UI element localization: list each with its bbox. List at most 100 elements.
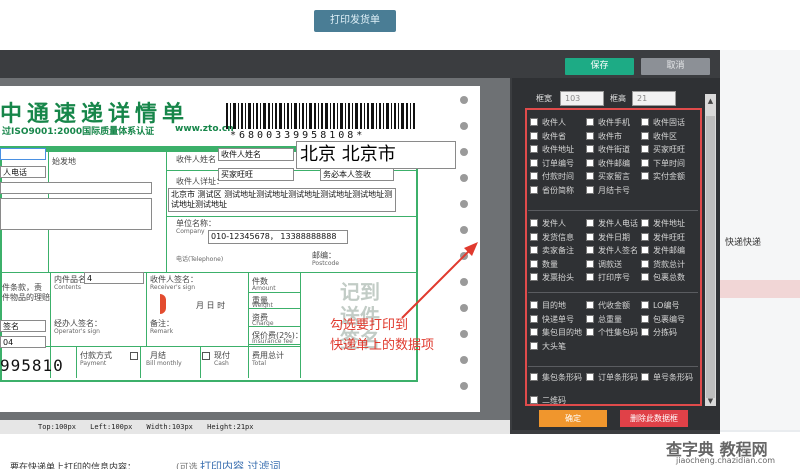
option-checkbox-group1-4-2[interactable]: 实付金额	[641, 171, 685, 182]
checkbox-icon[interactable]	[530, 158, 538, 167]
buyer-nick-field[interactable]: 买家旺旺	[218, 168, 294, 181]
sender-address-field[interactable]	[0, 198, 152, 230]
option-checkbox-group3-0-2[interactable]: LO编号	[641, 300, 679, 311]
option-checkbox-group1-4-0[interactable]: 付款时间	[530, 171, 574, 182]
checkbox-icon[interactable]	[641, 259, 649, 268]
width-input[interactable]: 103	[560, 91, 604, 106]
recipient-phone-field[interactable]: 010-12345678， 13388888888	[208, 230, 348, 244]
print-invoice-button[interactable]: 打印发货单	[314, 10, 396, 32]
checkbox-icon[interactable]	[530, 396, 538, 404]
option-checkbox-group3-1-0[interactable]: 快递单号	[530, 314, 574, 325]
checkbox-icon[interactable]	[530, 185, 538, 194]
option-checkbox-group3-2-2[interactable]: 分拣码	[641, 327, 677, 338]
checkbox-icon[interactable]	[530, 259, 538, 268]
option-checkbox-group1-5-1[interactable]: 月结卡号	[586, 185, 630, 196]
option-checkbox-group1-2-0[interactable]: 收件地址	[530, 144, 574, 155]
checkbox-icon[interactable]	[530, 219, 538, 227]
checkbox-icon[interactable]	[586, 301, 594, 309]
option-checkbox-group2-0-0[interactable]: 发件人	[530, 218, 566, 229]
checkbox-icon[interactable]	[586, 328, 594, 336]
option-checkbox-group2-4-1[interactable]: 打印序号	[586, 272, 630, 283]
field-04[interactable]: 04	[0, 336, 46, 348]
checkbox-icon[interactable]	[586, 185, 594, 194]
checkbox-icon[interactable]	[641, 301, 649, 309]
checkbox-icon[interactable]	[586, 219, 594, 227]
sign-field[interactable]: 签名	[0, 320, 46, 332]
option-checkbox-group1-3-1[interactable]: 收件邮编	[586, 158, 630, 169]
option-checkbox-group1-3-0[interactable]: 订单编号	[530, 158, 574, 169]
option-checkbox-group2-0-1[interactable]: 发件人电话	[586, 218, 638, 229]
checkbox-icon[interactable]	[641, 328, 649, 336]
destination-field[interactable]: 北京 北京市	[296, 141, 456, 169]
option-checkbox-group2-0-2[interactable]: 发件地址	[641, 218, 685, 229]
option-checkbox-group2-2-0[interactable]: 卖家备注	[530, 245, 574, 256]
option-checkbox-group3-2-0[interactable]: 集包目的地	[530, 327, 582, 338]
confirm-button[interactable]: 确定	[539, 410, 607, 427]
option-checkbox-group2-2-1[interactable]: 发件人签名	[586, 245, 638, 256]
option-checkbox-group2-1-0[interactable]: 发货信息	[530, 232, 574, 243]
scroll-down-icon[interactable]: ▼	[706, 396, 715, 406]
option-checkbox-group2-4-2[interactable]: 包裹总数	[641, 272, 685, 283]
checkbox-icon[interactable]	[530, 328, 538, 336]
option-checkbox-group1-2-2[interactable]: 买家旺旺	[641, 144, 685, 155]
option-checkbox-group1-4-1[interactable]: 买家留言	[586, 171, 630, 182]
checkbox-icon[interactable]	[641, 158, 649, 167]
checkbox-icon[interactable]	[641, 219, 649, 227]
recipient-name-field[interactable]: 收件人姓名	[218, 148, 294, 161]
checkbox-icon[interactable]	[641, 131, 649, 140]
option-checkbox-group2-3-0[interactable]: 数量	[530, 259, 558, 270]
checkbox-icon[interactable]	[586, 273, 594, 281]
option-checkbox-group5-0-0[interactable]: 二维码	[530, 395, 566, 406]
option-checkbox-group4-0-0[interactable]: 集包条形码	[530, 372, 582, 383]
checkbox-icon[interactable]	[530, 373, 538, 381]
checkbox-icon[interactable]	[641, 172, 649, 180]
checkbox-icon[interactable]	[586, 145, 594, 153]
option-checkbox-group3-1-2[interactable]: 包裹编号	[641, 314, 685, 325]
checkbox-icon[interactable]	[586, 131, 594, 140]
checkbox-icon[interactable]	[530, 118, 538, 126]
option-checkbox-group3-1-1[interactable]: 总重量	[586, 314, 622, 325]
option-checkbox-group4-0-1[interactable]: 订单条形码	[586, 372, 638, 383]
checkbox-icon[interactable]	[586, 158, 594, 167]
checkbox-icon[interactable]	[641, 314, 649, 323]
option-checkbox-group1-0-2[interactable]: 收件固话	[641, 117, 685, 128]
checkbox-icon[interactable]	[586, 232, 594, 241]
panel-scroll-thumb[interactable]	[706, 116, 715, 398]
checkbox-icon[interactable]	[641, 273, 649, 281]
option-checkbox-group1-0-1[interactable]: 收件手机	[586, 117, 630, 128]
option-checkbox-group2-1-2[interactable]: 发件旺旺	[641, 232, 685, 243]
delete-field-button[interactable]: 删除此数据框	[620, 410, 688, 427]
height-input[interactable]: 21	[632, 91, 676, 106]
option-checkbox-group1-0-0[interactable]: 收件人	[530, 117, 566, 128]
checkbox-icon[interactable]	[530, 246, 538, 254]
checkbox-icon[interactable]	[641, 145, 649, 153]
checkbox-icon[interactable]	[586, 314, 594, 323]
option-checkbox-group2-3-2[interactable]: 货款总计	[641, 259, 685, 270]
checkbox-icon[interactable]	[586, 373, 594, 381]
print-content-link[interactable]: 打印内容 过滤词	[200, 458, 281, 469]
sender-phone-field[interactable]: 人电话	[0, 166, 46, 178]
checkbox-icon[interactable]	[530, 145, 538, 153]
sign-note-field[interactable]: 务必本人签收	[320, 168, 394, 181]
checkbox-icon[interactable]	[586, 259, 594, 268]
checkbox-icon[interactable]	[641, 373, 649, 381]
recipient-address-field[interactable]: 北京市 测试区 测试地址测试地址测试地址测试地址测试地址测试地址测试地址	[168, 188, 396, 212]
option-checkbox-group2-2-2[interactable]: 发件邮编	[641, 245, 685, 256]
option-checkbox-group1-1-2[interactable]: 收件区	[641, 131, 677, 142]
checkbox-icon[interactable]	[586, 246, 594, 254]
option-checkbox-group2-3-1[interactable]: 调款送	[586, 259, 622, 270]
checkbox-icon[interactable]	[641, 246, 649, 254]
option-checkbox-group1-3-2[interactable]: 下单时间	[641, 158, 685, 169]
checkbox-icon[interactable]	[530, 341, 538, 350]
checkbox-icon[interactable]	[530, 131, 538, 140]
selected-field[interactable]	[0, 148, 46, 160]
save-button[interactable]: 保存	[565, 58, 634, 75]
checkbox-icon[interactable]	[641, 232, 649, 241]
checkbox-icon[interactable]	[641, 118, 649, 126]
checkbox-icon[interactable]	[586, 172, 594, 180]
checkbox-icon[interactable]	[530, 301, 538, 309]
option-checkbox-group2-4-0[interactable]: 发票抬头	[530, 272, 574, 283]
scroll-up-icon[interactable]: ▲	[706, 96, 715, 106]
option-checkbox-group2-1-1[interactable]: 发件日期	[586, 232, 630, 243]
checkbox-icon[interactable]	[530, 314, 538, 323]
